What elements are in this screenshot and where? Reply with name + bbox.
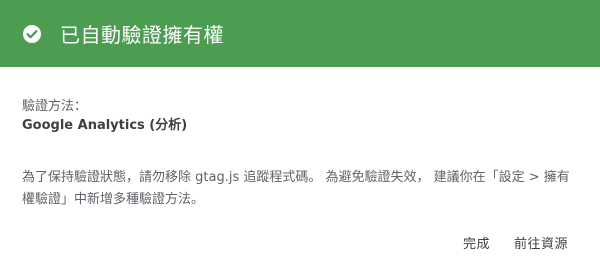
verification-dialog: 已自動驗證擁有權 驗證方法： Google Analytics (分析) 為了保…: [0, 0, 600, 270]
dialog-title: 已自動驗證擁有權: [60, 23, 224, 47]
verification-method-value: Google Analytics (分析): [22, 118, 188, 133]
dialog-body: 驗證方法： Google Analytics (分析) 為了保持驗證狀態，請勿移…: [0, 67, 600, 211]
check-circle-icon: [22, 24, 42, 44]
verification-method-label: 驗證方法：: [22, 99, 88, 114]
go-to-property-button[interactable]: 前往資源: [504, 229, 578, 256]
dialog-header: 已自動驗證擁有權: [0, 0, 600, 67]
dialog-actions: 完成 前往資源: [453, 229, 578, 256]
verification-note: 為了保持驗證狀態，請勿移除 gtag.js 追蹤程式碼。 為避免驗證失效， 建議…: [22, 170, 570, 207]
done-button[interactable]: 完成: [453, 229, 500, 256]
